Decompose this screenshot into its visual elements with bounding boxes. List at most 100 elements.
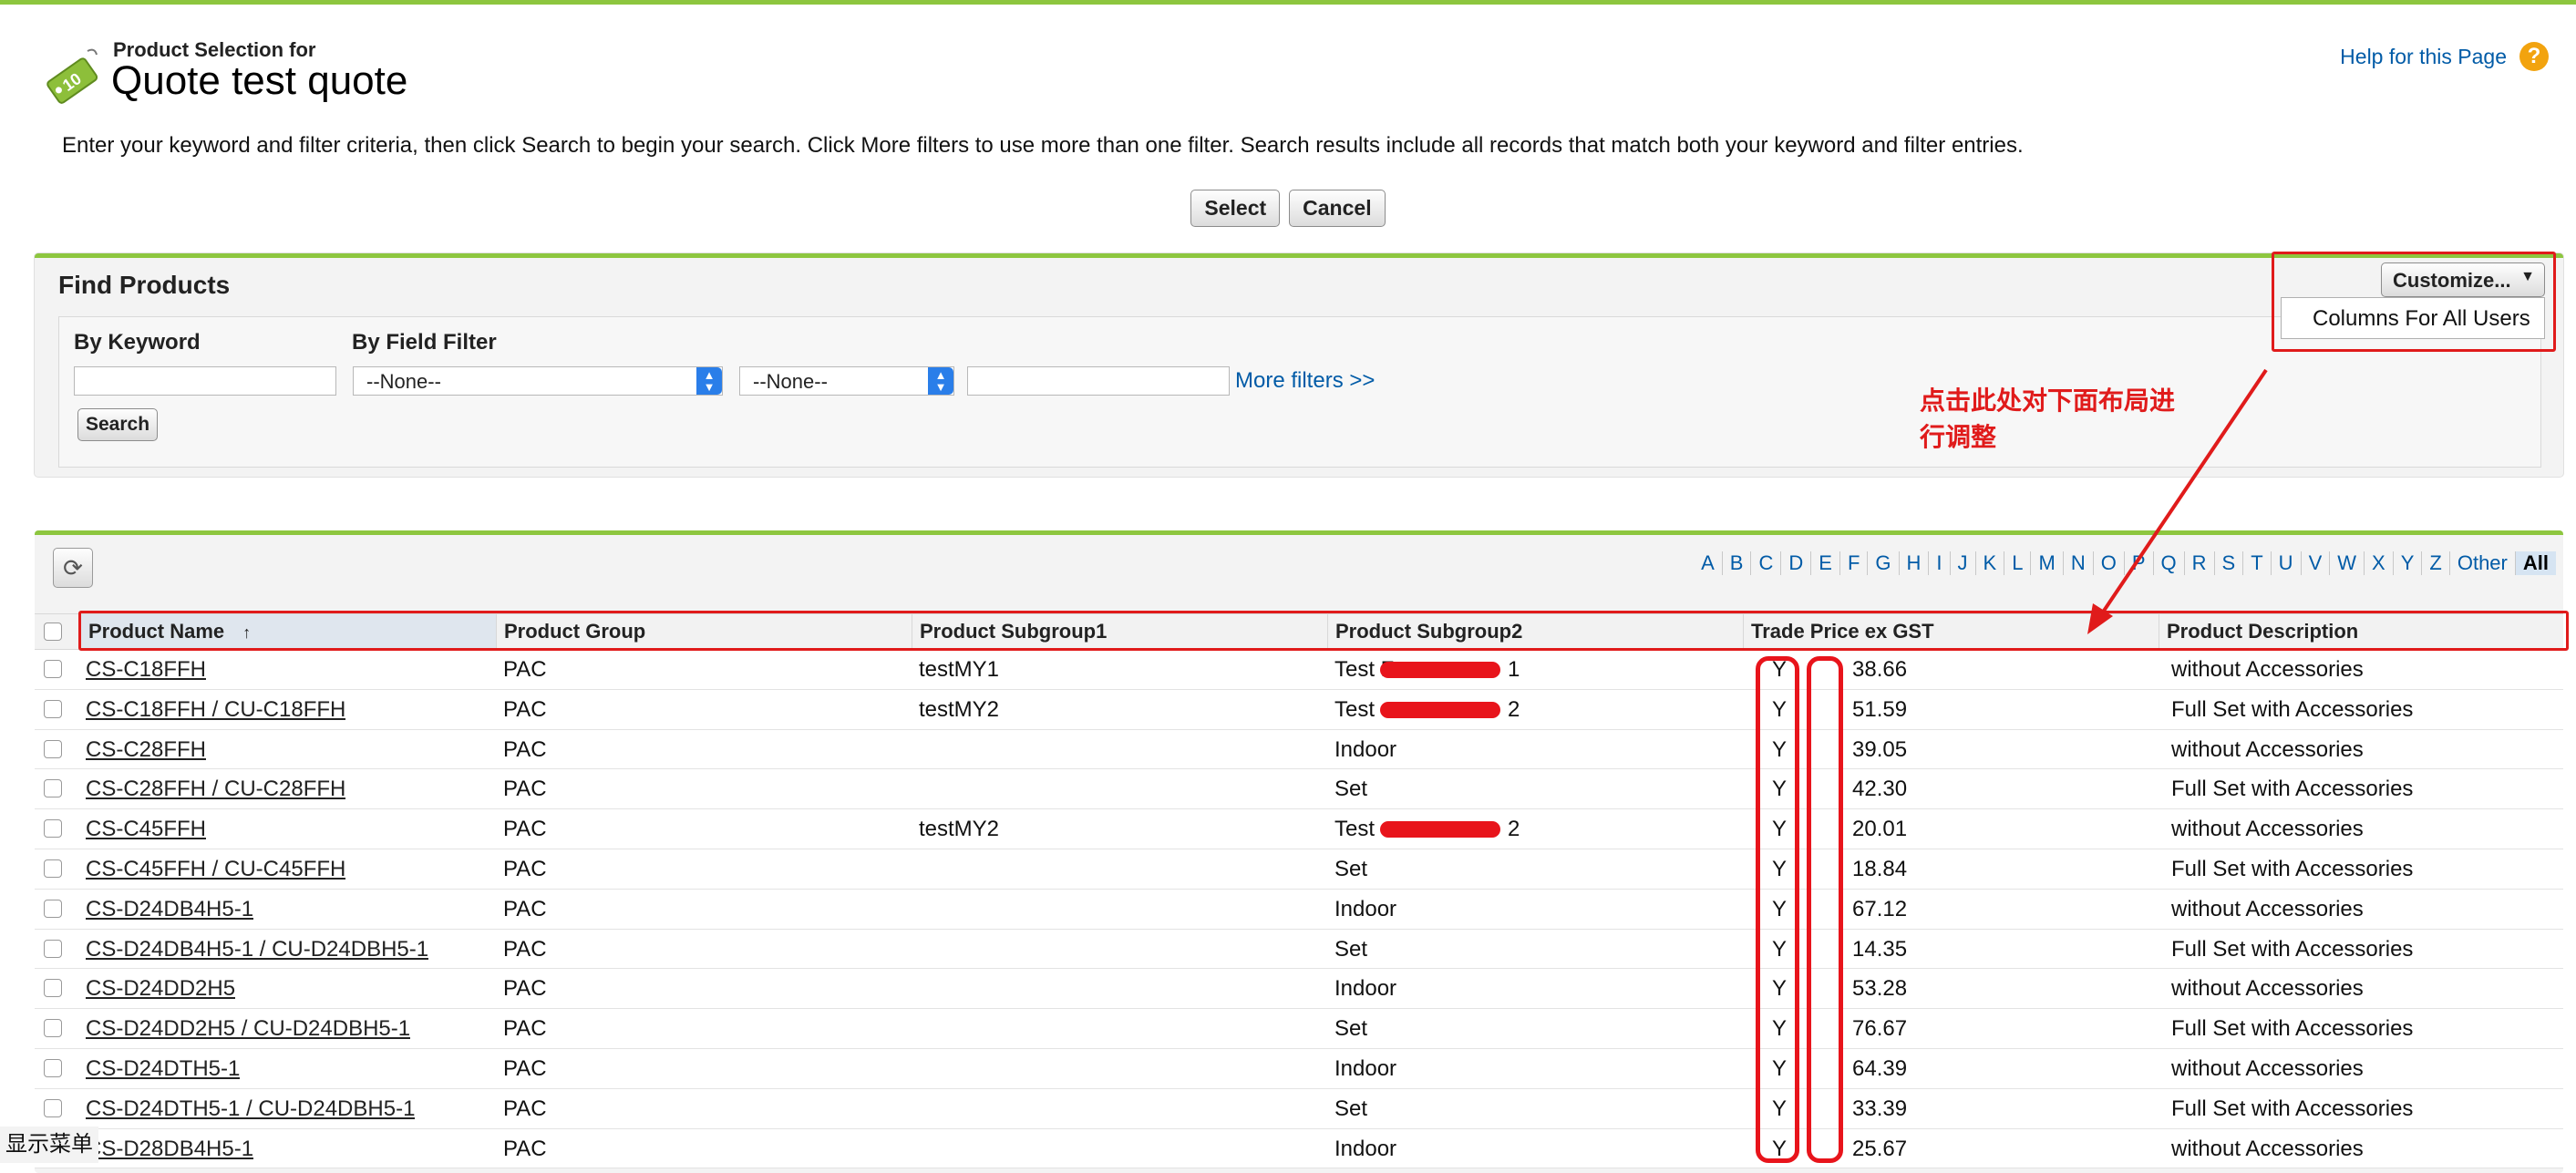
product-name-link[interactable]: CS-C28FFH / CU-C28FFH <box>86 769 345 809</box>
cancel-button[interactable]: Cancel <box>1289 190 1386 227</box>
trade-price-cell: 76.67 <box>1852 1016 1908 1042</box>
product-name-link[interactable]: CS-C28FFH <box>86 730 206 770</box>
table-row: CS-C45FFH PAC testMY2 Test 2 Y 20.01 without Ac… <box>35 809 2563 849</box>
product-name-link[interactable]: CS-D24DTH5-1 <box>86 1049 240 1089</box>
product-subgroup2-tail: 1 <box>1508 657 1520 682</box>
row-checkbox[interactable] <box>44 739 62 758</box>
alpha-filter-g[interactable]: G <box>1868 551 1900 575</box>
product-name-link[interactable]: CS-D24DB4H5-1 / CU-D24DBH5-1 <box>86 930 428 970</box>
alpha-filter-y[interactable]: Y <box>2394 551 2423 575</box>
product-subgroup1-cell: testMY2 <box>919 696 1000 722</box>
alpha-filter-v[interactable]: V <box>2302 551 2331 575</box>
row-checkbox[interactable] <box>44 1019 62 1038</box>
row-checkbox[interactable] <box>44 859 62 878</box>
field-filter-label: By Field Filter <box>352 330 497 355</box>
product-group-cell: PAC <box>503 896 547 921</box>
redaction-column-2 <box>1807 656 1843 1163</box>
row-checkbox[interactable] <box>44 899 62 918</box>
product-description-cell: without Accessories <box>2171 976 2364 1002</box>
product-description-cell: Full Set with Accessories <box>2171 696 2414 722</box>
product-name-link[interactable]: CS-C45FFH / CU-C45FFH <box>86 849 345 890</box>
product-subgroup2-cell: Indoor <box>1334 1055 1397 1081</box>
help-link-label[interactable]: Help for this Page <box>2340 45 2507 69</box>
product-group-cell: PAC <box>503 1016 547 1042</box>
help-icon[interactable]: ? <box>2519 42 2549 71</box>
find-products-title: Find Products <box>58 271 231 299</box>
trade-price-cell: 67.12 <box>1852 896 1908 921</box>
product-name-link[interactable]: CS-C45FFH <box>86 809 206 849</box>
top-accent-bar <box>0 0 2576 5</box>
trade-price-cell: 64.39 <box>1852 1055 1908 1081</box>
alpha-filter-f[interactable]: F <box>1840 551 1869 575</box>
select-updown-icon: ▲ ▼ <box>696 367 722 395</box>
redaction-column-1 <box>1756 656 1799 1163</box>
row-checkbox[interactable] <box>44 979 62 998</box>
page-title: Quote test quote <box>111 58 408 103</box>
product-name-link[interactable]: CS-D24DD2H5 <box>86 969 235 1009</box>
product-subgroup2-cell: Test <box>1334 817 1376 842</box>
product-subgroup2-cell: Set <box>1334 1096 1368 1121</box>
alpha-filter-all[interactable]: All <box>2515 551 2556 575</box>
alpha-filter-other[interactable]: Other <box>2450 551 2516 575</box>
product-description-cell: without Accessories <box>2171 1055 2364 1081</box>
select-all-checkbox[interactable] <box>44 623 62 641</box>
trade-price-cell: 18.84 <box>1852 856 1908 881</box>
product-subgroup2-cell: Indoor <box>1334 896 1397 921</box>
refresh-icon[interactable]: ⟳ <box>53 548 93 588</box>
product-group-cell: PAC <box>503 1055 547 1081</box>
trade-price-cell: 33.39 <box>1852 1096 1908 1121</box>
alpha-filter-l[interactable]: L <box>2004 551 2032 575</box>
product-name-link[interactable]: CS-C18FFH / CU-C18FFH <box>86 690 345 730</box>
alpha-filter-x[interactable]: X <box>2365 551 2394 575</box>
alpha-filter-b[interactable]: B <box>1723 551 1752 575</box>
table-row: CS-C28FFH / CU-C28FFH PAC Set Y 42.30 Full Se… <box>35 769 2563 810</box>
product-name-link[interactable]: CS-D24DTH5-1 / CU-D24DBH5-1 <box>86 1089 415 1129</box>
product-group-cell: PAC <box>503 1096 547 1121</box>
product-name-link[interactable]: CS-C18FFH <box>86 650 206 690</box>
table-row: CS-D24DTH5-1 / CU-D24DBH5-1 PAC Set Y 33.39 F… <box>35 1088 2563 1129</box>
keyword-input[interactable] <box>74 366 336 396</box>
table-row: CS-D24DD2H5 / CU-D24DBH5-1 PAC Set Y 76.67 Fu… <box>35 1009 2563 1049</box>
alpha-filter-w[interactable]: W <box>2330 551 2365 575</box>
product-name-link[interactable]: CS-D24DB4H5-1 <box>86 890 253 930</box>
product-subgroup2-cell: Set <box>1334 856 1368 881</box>
redaction-mark <box>1380 662 1500 678</box>
field-filter-select[interactable]: --None-- ▲ ▼ <box>353 366 723 396</box>
redaction-mark <box>1380 701 1500 718</box>
alpha-filter-h[interactable]: H <box>1900 551 1930 575</box>
product-subgroup1-cell: testMY2 <box>919 817 1000 842</box>
filter-value-input[interactable] <box>967 366 1230 396</box>
row-checkbox[interactable] <box>44 699 62 718</box>
product-subgroup1-cell: testMY1 <box>919 657 1000 682</box>
alpha-filter-d[interactable]: D <box>1781 551 1812 575</box>
alpha-filter-a[interactable]: A <box>1694 551 1723 575</box>
alpha-filter-e[interactable]: E <box>1811 551 1840 575</box>
row-checkbox[interactable] <box>44 779 62 798</box>
help-link[interactable]: Help for this Page ? <box>2340 42 2549 71</box>
alpha-filter-z[interactable]: Z <box>2422 551 2450 575</box>
product-description-cell: Full Set with Accessories <box>2171 936 2414 962</box>
alpha-filter-k[interactable]: K <box>1976 551 2005 575</box>
alpha-filter-j[interactable]: J <box>1951 551 1976 575</box>
alpha-filter-i[interactable]: I <box>1929 551 1951 575</box>
table-row: CS-D24DB4H5-1 PAC Indoor Y 67.12 without Acce… <box>35 889 2563 930</box>
product-name-link[interactable]: CS-D24DD2H5 / CU-D24DBH5-1 <box>86 1009 410 1049</box>
alpha-filter-c[interactable]: C <box>1751 551 1782 575</box>
select-button[interactable]: Select <box>1190 190 1281 227</box>
alpha-filter-m[interactable]: M <box>2031 551 2064 575</box>
table-row: CS-C18FFH / CU-C18FFH PAC testMY2 Test 2 Y 51.… <box>35 689 2563 730</box>
more-filters-link[interactable]: More filters >> <box>1235 368 1375 394</box>
trade-price-cell: 39.05 <box>1852 736 1908 762</box>
product-description-cell: without Accessories <box>2171 817 2364 842</box>
search-button[interactable]: Search <box>77 408 159 441</box>
trade-price-cell: 38.66 <box>1852 657 1908 682</box>
row-checkbox[interactable] <box>44 939 62 958</box>
row-checkbox[interactable] <box>44 819 62 839</box>
show-menu-overlay[interactable]: 显示菜单 <box>0 1127 98 1163</box>
row-checkbox[interactable] <box>44 1098 62 1117</box>
product-group-cell: PAC <box>503 976 547 1002</box>
table-row: CS-C28FFH PAC Indoor Y 39.05 without Accessor… <box>35 729 2563 770</box>
operator-select[interactable]: --None-- ▲ ▼ <box>739 366 954 396</box>
row-checkbox[interactable] <box>44 1058 62 1077</box>
row-checkbox[interactable] <box>44 660 62 678</box>
